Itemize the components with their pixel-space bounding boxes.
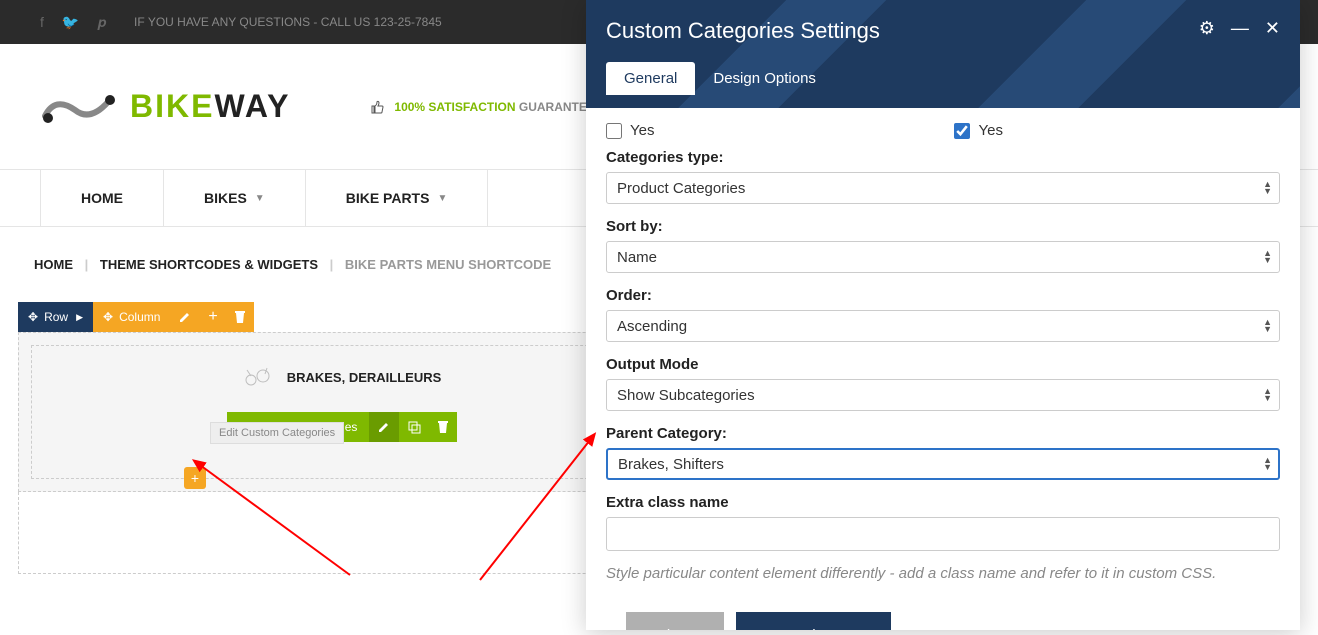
parent-category-select[interactable]: Brakes, Shifters	[606, 448, 1280, 480]
categories-type-select[interactable]: Product Categories	[606, 172, 1280, 204]
delete-element-icon[interactable]	[429, 412, 457, 442]
panel-title: Custom Categories Settings	[606, 18, 1280, 44]
satisfaction-badge: 100% SATISFACTION GUARANTEED	[370, 99, 603, 115]
gear-icon[interactable]: ⚙	[1199, 18, 1215, 39]
panel-window-controls: ⚙ — ✕	[1199, 18, 1280, 39]
column-title: BRAKES, DERAILLEURS	[287, 370, 442, 385]
breadcrumb-home[interactable]: HOME	[34, 257, 73, 272]
move-icon: ✥	[103, 310, 113, 324]
edit-tooltip: Edit Custom Categories	[210, 422, 344, 444]
logo[interactable]: BIKEWAY	[40, 88, 290, 126]
help-text: Style particular content element differe…	[606, 565, 1280, 582]
move-icon: ✥	[28, 310, 38, 324]
nav-bike-parts[interactable]: BIKE PARTS▼	[306, 170, 489, 226]
add-element-button[interactable]: +	[184, 467, 206, 489]
clone-element-icon[interactable]	[399, 412, 429, 442]
check-yes-1[interactable]: Yes	[606, 122, 654, 139]
checkbox-2[interactable]	[954, 123, 970, 139]
panel-header: Custom Categories Settings ⚙ — ✕ General…	[586, 0, 1300, 108]
categories-type-label: Categories type:	[606, 149, 1280, 166]
output-mode-label: Output Mode	[606, 356, 1280, 373]
sort-by-label: Sort by:	[606, 218, 1280, 235]
extra-class-input[interactable]	[606, 517, 1280, 551]
close-icon[interactable]: ✕	[1265, 18, 1280, 39]
order-select[interactable]: Ascending	[606, 310, 1280, 342]
column-actions: +	[170, 302, 253, 332]
logo-icon	[40, 88, 118, 126]
settings-panel: Custom Categories Settings ⚙ — ✕ General…	[586, 0, 1300, 630]
thumbs-up-icon	[370, 99, 386, 115]
breadcrumb-level2[interactable]: THEME SHORTCODES & WIDGETS	[100, 257, 318, 272]
nav-home[interactable]: HOME	[40, 170, 164, 226]
edit-element-icon[interactable]	[369, 412, 399, 442]
facebook-icon[interactable]: f	[40, 14, 44, 31]
tab-design-options[interactable]: Design Options	[695, 62, 834, 95]
panel-body: Yes Yes Categories type: Product Categor…	[586, 108, 1300, 630]
derailleur-icon	[243, 366, 273, 388]
chevron-down-icon: ▼	[437, 193, 447, 204]
nav-bikes[interactable]: BIKES▼	[164, 170, 306, 226]
tab-general[interactable]: General	[606, 62, 695, 95]
edit-column-icon[interactable]	[170, 302, 200, 332]
social-links: f 🐦 𝒑	[40, 14, 106, 31]
logo-text: BIKEWAY	[130, 88, 290, 125]
column-1: BRAKES, DERAILLEURS ✥Custom Categories E…	[31, 345, 653, 479]
minimize-icon[interactable]: —	[1231, 18, 1249, 39]
order-label: Order:	[606, 287, 1280, 304]
panel-footer: Close Save changes	[606, 598, 1280, 630]
sort-by-select[interactable]: Name	[606, 241, 1280, 273]
output-mode-select[interactable]: Show Subcategories	[606, 379, 1280, 411]
save-button[interactable]: Save changes	[736, 612, 891, 630]
pinterest-icon[interactable]: 𝒑	[97, 14, 106, 31]
delete-column-icon[interactable]	[226, 302, 254, 332]
breadcrumb-current: BIKE PARTS MENU SHORTCODE	[345, 257, 551, 272]
topbar-text: IF YOU HAVE ANY QUESTIONS - CALL US 123-…	[134, 15, 442, 29]
check-yes-2[interactable]: Yes	[954, 122, 1002, 139]
twitter-icon[interactable]: 🐦	[62, 14, 79, 31]
parent-category-label: Parent Category:	[606, 425, 1280, 442]
chevron-down-icon: ▼	[255, 193, 265, 204]
panel-tabs: General Design Options	[606, 62, 1280, 95]
add-column-icon[interactable]: +	[200, 302, 225, 332]
checkbox-1[interactable]	[606, 123, 622, 139]
row-handle[interactable]: ✥ Row ▶	[18, 302, 93, 332]
caret-right-icon: ▶	[76, 312, 83, 323]
column-handle[interactable]: ✥ Column	[93, 302, 170, 332]
close-button[interactable]: Close	[626, 612, 724, 630]
extra-class-label: Extra class name	[606, 494, 1280, 511]
